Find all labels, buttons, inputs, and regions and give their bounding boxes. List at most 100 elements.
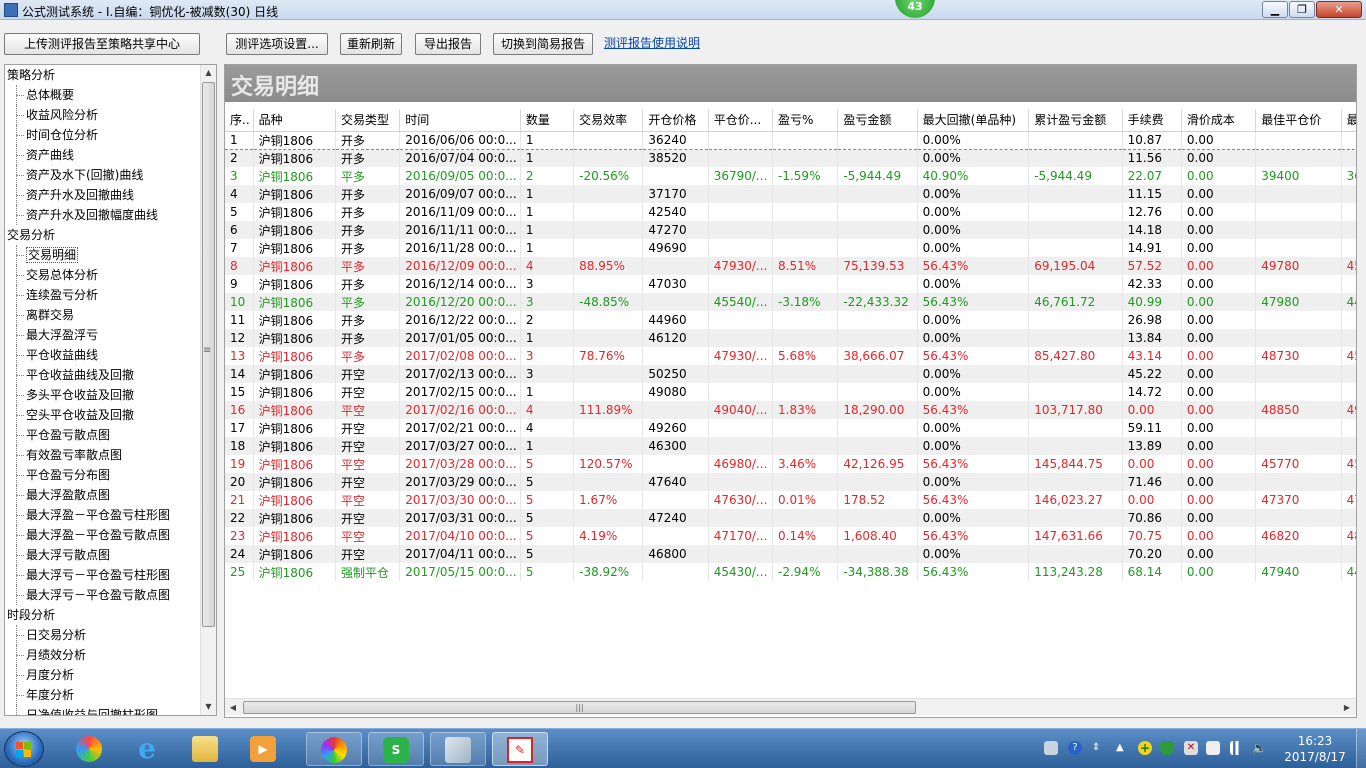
tree-item[interactable]: 最大浮亏－平仓盈亏柱形图	[5, 565, 201, 585]
volume-icon[interactable]: 🔈	[1252, 741, 1267, 755]
start-button[interactable]	[4, 731, 44, 767]
tree-item[interactable]: 交易总体分析	[5, 265, 201, 285]
keyboard-icon[interactable]	[1044, 741, 1058, 755]
taskbar-formula-test[interactable]: ✎	[492, 732, 548, 766]
column-header[interactable]: 手续费	[1122, 109, 1182, 132]
table-row[interactable]: 6 沪铜1806 开多 2016/11/11 00:0... 1 47270 0.00% 14…	[225, 221, 1356, 239]
table-row[interactable]: 11 沪铜1806 开多 2016/12/22 00:0... 2 44960 0.00% 2…	[225, 311, 1356, 329]
tree-item[interactable]: 日净值收益与回撤柱形图	[5, 705, 201, 715]
tree-item[interactable]: 日交易分析	[5, 625, 201, 645]
table-row[interactable]: 9 沪铜1806 开多 2016/12/14 00:0... 3 47030 0.00% 42…	[225, 275, 1356, 293]
table-row[interactable]: 24 沪铜1806 开空 2017/04/11 00:0... 5 46800 0.00% 7…	[225, 545, 1356, 563]
column-header[interactable]: 累计盈亏金额	[1028, 109, 1123, 132]
tree-item[interactable]: 平仓盈亏分布图	[5, 465, 201, 485]
tree-item[interactable]: 最大浮亏散点图	[5, 545, 201, 565]
tree-item[interactable]: 空头平仓收益及回撤	[5, 405, 201, 425]
column-header[interactable]: 开仓价格	[642, 109, 709, 132]
taskbar-app-pinwheel[interactable]	[62, 732, 118, 766]
close-button[interactable]: ✕	[1316, 1, 1362, 18]
tree-category[interactable]: 策略分析	[5, 65, 201, 85]
tree-item[interactable]: 总体概要	[5, 85, 201, 105]
table-row[interactable]: 22 沪铜1806 开空 2017/03/31 00:0... 5 47240 0.00% 7…	[225, 509, 1356, 527]
column-header[interactable]: 最	[1341, 109, 1356, 132]
simple-report-button[interactable]: 切换到简易报告	[493, 33, 593, 55]
scroll-down-icon[interactable]: ▼	[201, 699, 216, 715]
tree-item[interactable]: 时间仓位分析	[5, 125, 201, 145]
table-row[interactable]: 25 沪铜1806 强制平仓 2017/05/15 00:0... 5 -38.92% 45…	[225, 563, 1356, 581]
tree-item[interactable]: 最大浮盈散点图	[5, 485, 201, 505]
table-row[interactable]: 3 沪铜1806 平多 2016/09/05 00:0... 2 -20.56% 36790…	[225, 167, 1356, 185]
column-header[interactable]: 品种	[253, 109, 337, 132]
tree-item[interactable]: 平仓盈亏散点图	[5, 425, 201, 445]
column-header[interactable]: 序..	[225, 109, 254, 132]
tree-item[interactable]: 最大浮盈－平仓盈亏柱形图	[5, 505, 201, 525]
table-row[interactable]: 15 沪铜1806 开空 2017/02/15 00:0... 1 49080 0.00% 1…	[225, 383, 1356, 401]
tree-scrollbar[interactable]: ▲ ▼	[200, 65, 216, 715]
table-row[interactable]: 4 沪铜1806 开多 2016/09/07 00:0... 1 37170 0.00% 11…	[225, 185, 1356, 203]
tree-item[interactable]: 有效盈亏率散点图	[5, 445, 201, 465]
show-hidden-icon[interactable]: ▲	[1116, 741, 1130, 755]
table-row[interactable]: 12 沪铜1806 开多 2017/01/05 00:0... 1 46120 0.00% 1…	[225, 329, 1356, 347]
taskbar-spreadsheet[interactable]: S	[368, 732, 424, 766]
taskbar-media[interactable]: ▶	[236, 732, 292, 766]
table-row[interactable]: 5 沪铜1806 开多 2016/11/09 00:0... 1 42540 0.00% 12…	[225, 203, 1356, 221]
tree-category[interactable]: 时段分析	[5, 605, 201, 625]
table-row[interactable]: 10 沪铜1806 平多 2016/12/20 00:0... 3 -48.85% 4554…	[225, 293, 1356, 311]
tree-item[interactable]: 平仓收益曲线及回撤	[5, 365, 201, 385]
column-header[interactable]: 最佳平仓价	[1255, 109, 1342, 132]
table-row[interactable]: 21 沪铜1806 平空 2017/03/30 00:0... 5 1.67% 47630/…	[225, 491, 1356, 509]
column-header[interactable]: 滑价成本	[1181, 109, 1257, 132]
tree-item[interactable]: 交易明细	[5, 245, 201, 265]
tree-item[interactable]: 平仓收益曲线	[5, 345, 201, 365]
refresh-button[interactable]: 重新刷新	[340, 33, 402, 55]
signal-icon[interactable]	[1230, 741, 1244, 755]
table-row[interactable]: 20 沪铜1806 开空 2017/03/29 00:0... 5 47640 0.00% 7…	[225, 473, 1356, 491]
notification-badge[interactable]: 43	[895, 0, 935, 18]
column-header[interactable]: 交易类型	[335, 109, 401, 132]
tree-item[interactable]: 资产曲线	[5, 145, 201, 165]
tree-item[interactable]: 年度分析	[5, 685, 201, 705]
table-row[interactable]: 19 沪铜1806 平空 2017/03/28 00:0... 5 120.57% 4698…	[225, 455, 1356, 473]
tree-item[interactable]: 资产升水及回撤曲线	[5, 185, 201, 205]
taskbar-note-app[interactable]	[430, 732, 486, 766]
taskbar-explorer[interactable]	[178, 732, 234, 766]
upload-report-button[interactable]: 上传测评报告至策略共享中心	[4, 33, 200, 55]
column-header[interactable]: 数量	[520, 109, 575, 132]
tray-arrows-icon[interactable]: ⇕	[1092, 741, 1106, 755]
tree-item[interactable]: 最大浮盈－平仓盈亏散点图	[5, 525, 201, 545]
maximize-button[interactable]: ❐	[1289, 1, 1315, 18]
tree-item[interactable]: 资产及水下(回撤)曲线	[5, 165, 201, 185]
scroll-up-icon[interactable]: ▲	[201, 65, 216, 81]
table-row[interactable]: 7 沪铜1806 开多 2016/11/28 00:0... 1 49690 0.00% 14…	[225, 239, 1356, 257]
splitter-grip-icon[interactable]: ≡	[203, 345, 211, 356]
tree-category[interactable]: 交易分析	[5, 225, 201, 245]
column-header[interactable]: 盈亏%	[772, 109, 839, 132]
device-icon[interactable]	[1206, 741, 1220, 755]
tree-item[interactable]: 收益风险分析	[5, 105, 201, 125]
tree-item[interactable]: 连续盈亏分析	[5, 285, 201, 305]
column-header[interactable]: 时间	[399, 109, 521, 132]
settings-button[interactable]: 测评选项设置...	[226, 33, 328, 55]
table-row[interactable]: 13 沪铜1806 平多 2017/02/08 00:0... 3 78.76% 47930…	[225, 347, 1356, 365]
scroll-left-icon[interactable]: ◀	[225, 699, 241, 716]
minimize-button[interactable]: ▁	[1262, 1, 1288, 18]
taskbar-ie[interactable]: e	[120, 732, 176, 766]
tree-item[interactable]: 月度分析	[5, 665, 201, 685]
table-row[interactable]: 16 沪铜1806 平空 2017/02/16 00:0... 4 111.89% 4904…	[225, 401, 1356, 419]
shield-icon[interactable]	[1160, 741, 1174, 755]
table-row[interactable]: 8 沪铜1806 平多 2016/12/09 00:0... 4 88.95% 47930/…	[225, 257, 1356, 275]
table-row[interactable]: 1 沪铜1806 开多 2016/06/06 00:0... 1 36240 0.00% 10…	[225, 131, 1356, 150]
help-link[interactable]: 测评报告使用说明	[604, 34, 700, 51]
show-desktop-button[interactable]	[1356, 729, 1366, 768]
tree-item[interactable]: 资产升水及回撤幅度曲线	[5, 205, 201, 225]
network-error-icon[interactable]: ✕	[1184, 741, 1198, 755]
taskbar-clock[interactable]: 16:23 2017/8/17	[1280, 733, 1350, 765]
table-row[interactable]: 23 沪铜1806 平空 2017/04/10 00:0... 5 4.19% 47170/…	[225, 527, 1356, 545]
table-row[interactable]: 2 沪铜1806 开多 2016/07/04 00:0... 1 38520 0.00% 11…	[225, 149, 1356, 167]
tree-item[interactable]: 离群交易	[5, 305, 201, 325]
tree-item[interactable]: 最大浮亏－平仓盈亏散点图	[5, 585, 201, 605]
column-header[interactable]: 平仓价...	[708, 109, 774, 132]
tree-item[interactable]: 多头平仓收益及回撤	[5, 385, 201, 405]
export-report-button[interactable]: 导出报告	[415, 33, 481, 55]
table-row[interactable]: 18 沪铜1806 开空 2017/03/27 00:0... 1 46300 0.00% 1…	[225, 437, 1356, 455]
